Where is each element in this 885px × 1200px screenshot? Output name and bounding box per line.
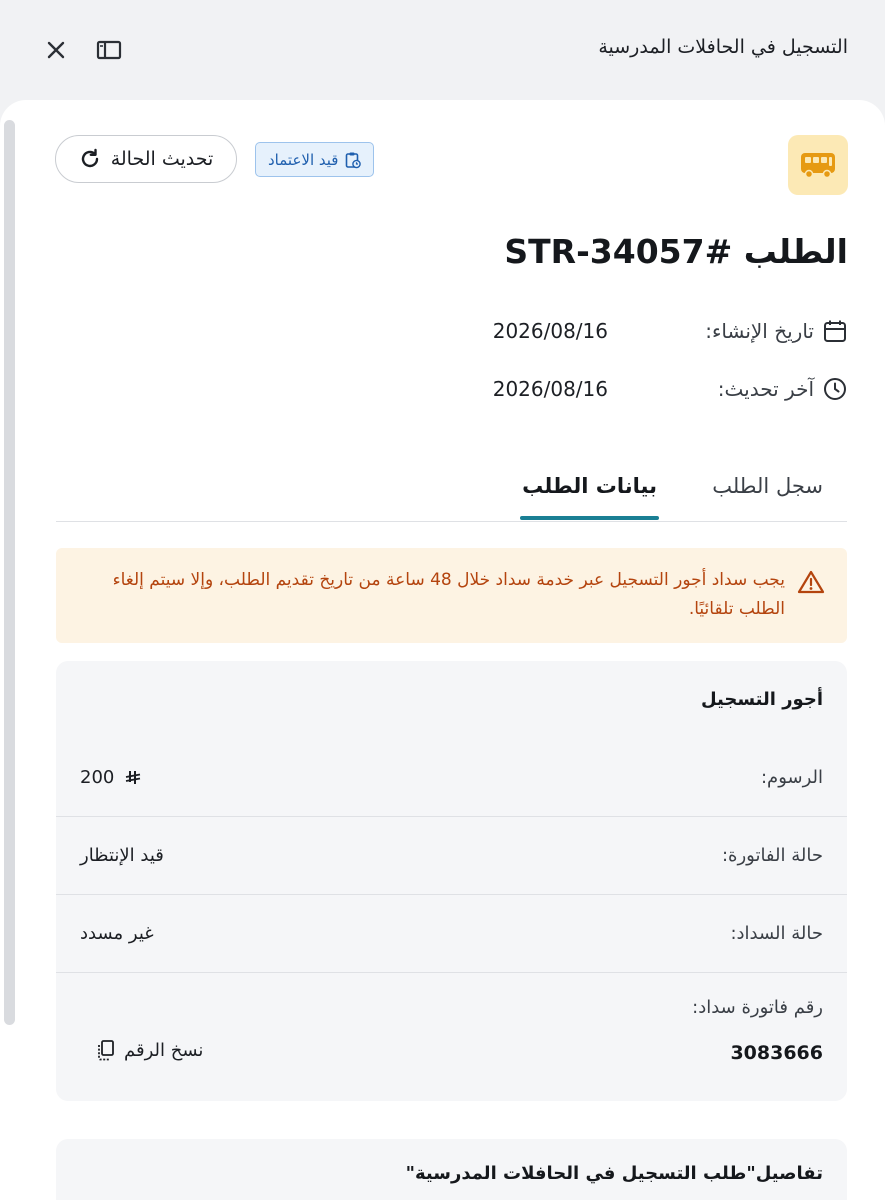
created-label: تاريخ الإنشاء: (705, 319, 814, 343)
updated-label: آخر تحديث: (717, 377, 814, 401)
refresh-icon (81, 148, 98, 168)
riyal-icon (126, 770, 141, 784)
fees-card-title: أجور التسجيل (700, 689, 823, 710)
tab-request-data[interactable]: بيانات الطلب (520, 474, 659, 520)
fees-amount: 200 (80, 767, 115, 788)
top-bar: التسجيل في الحافلات المدرسية (0, 0, 885, 100)
tab-request-history[interactable]: سجل الطلب (712, 474, 823, 498)
created-date-row: تاريخ الإنشاء: 2026/08/16 (468, 315, 848, 347)
copy-number-button[interactable]: نسخ الرقم (96, 1039, 203, 1061)
invoice-status-label: حالة الفاتورة: (721, 845, 823, 866)
payment-warning: يجب سداد أجور التسجيل عبر خدمة سداد خلال… (56, 548, 847, 643)
invoice-status-value: قيد الإنتظار (80, 845, 164, 866)
tab-bar: سجل الطلب بيانات الطلب (56, 460, 847, 522)
updated-date-row: آخر تحديث: 2026/08/16 (468, 373, 848, 405)
payment-status-row: حالة السداد: غير مسدد (56, 895, 847, 973)
clock-icon (824, 378, 846, 400)
refresh-status-button[interactable]: تحديث الحالة (55, 135, 237, 183)
window-title: التسجيل في الحافلات المدرسية (598, 36, 848, 58)
warning-icon (797, 570, 825, 594)
status-badge-label: قيد الاعتماد (268, 150, 339, 169)
status-badge: قيد الاعتماد (255, 142, 375, 177)
copy-icon (98, 1040, 114, 1061)
payment-status-label: حالة السداد: (730, 923, 823, 944)
fees-value: 200 (80, 767, 142, 788)
sadad-invoice-label: رقم فاتورة سداد: (692, 997, 823, 1018)
fees-row: الرسوم: 200 (56, 739, 847, 817)
invoice-status-row: حالة الفاتورة: قيد الإنتظار (56, 817, 847, 895)
copy-number-label: نسخ الرقم (124, 1039, 204, 1061)
fees-label: الرسوم: (760, 767, 823, 788)
warning-text: يجب سداد أجور التسجيل عبر خدمة سداد خلال… (112, 570, 785, 619)
refresh-status-label: تحديث الحالة (110, 148, 214, 170)
close-button[interactable] (40, 34, 72, 66)
updated-value: 2026/08/16 (492, 377, 608, 401)
registration-fees-card: أجور التسجيل الرسوم: 200 حالة الفاتورة: … (56, 661, 847, 1101)
close-icon (47, 41, 65, 59)
clipboard-clock-icon (346, 152, 362, 168)
calendar-icon (824, 320, 846, 342)
request-details-card: تفاصيل"طلب التسجيل في الحافلات المدرسية" (56, 1139, 847, 1200)
request-title: الطلب #STR-34057 (504, 232, 848, 271)
sidebar-toggle-button[interactable] (93, 34, 125, 66)
created-value: 2026/08/16 (492, 319, 608, 343)
sadad-invoice-number: 3083666 (730, 1042, 823, 1064)
details-card-title: تفاصيل"طلب التسجيل في الحافلات المدرسية" (405, 1163, 823, 1184)
bus-icon-tile (788, 135, 848, 195)
payment-status-value: غير مسدد (80, 923, 154, 944)
bus-icon (801, 153, 835, 179)
sidebar-toggle-icon (96, 40, 122, 60)
scrollbar[interactable] (4, 120, 15, 1025)
